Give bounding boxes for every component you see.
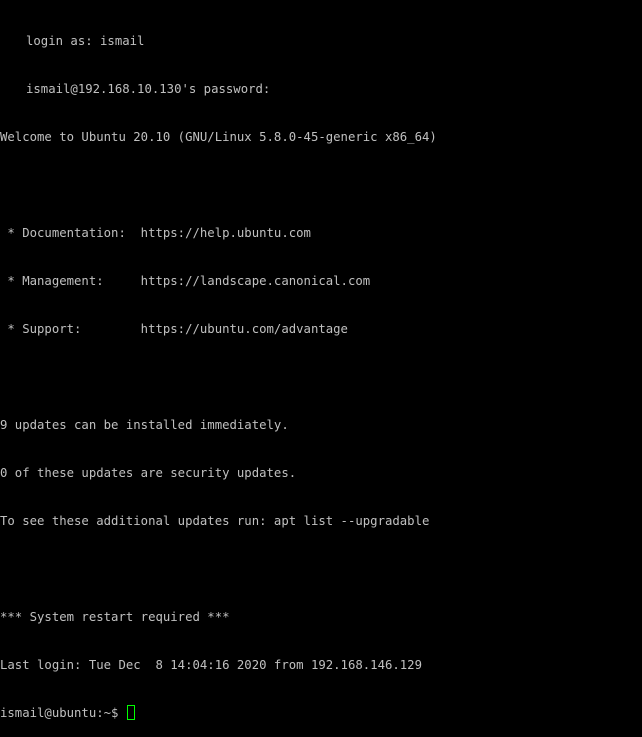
login-line: login as: ismail: [0, 33, 642, 49]
documentation-line: * Documentation: https://help.ubuntu.com: [0, 226, 311, 240]
updates-available-line: 9 updates can be installed immediately.: [0, 418, 289, 432]
welcome-line: Welcome to Ubuntu 20.10 (GNU/Linux 5.8.0…: [0, 130, 437, 144]
see-updates-line: To see these additional updates run: apt…: [0, 514, 430, 528]
key-icon: [4, 82, 18, 96]
terminal-window[interactable]: login as: ismail ismail@192.168.10.130's…: [0, 0, 642, 720]
security-updates-line: 0 of these updates are security updates.: [0, 466, 297, 480]
key-icon: [4, 34, 18, 48]
password-prompt-text: ismail@192.168.10.130's password:: [26, 82, 271, 96]
support-line: * Support: https://ubuntu.com/advantage: [0, 322, 348, 336]
text-cursor: [126, 705, 135, 720]
shell-prompt-line[interactable]: ismail@ubuntu:~$: [0, 705, 642, 721]
management-line: * Management: https://landscape.canonica…: [0, 274, 371, 288]
password-line: ismail@192.168.10.130's password:: [0, 81, 642, 97]
last-login-line: Last login: Tue Dec 8 14:04:16 2020 from…: [0, 658, 422, 672]
restart-required-line: *** System restart required ***: [0, 610, 230, 624]
login-prompt-text: login as: ismail: [26, 34, 145, 48]
shell-prompt: ismail@ubuntu:~$: [0, 706, 126, 720]
